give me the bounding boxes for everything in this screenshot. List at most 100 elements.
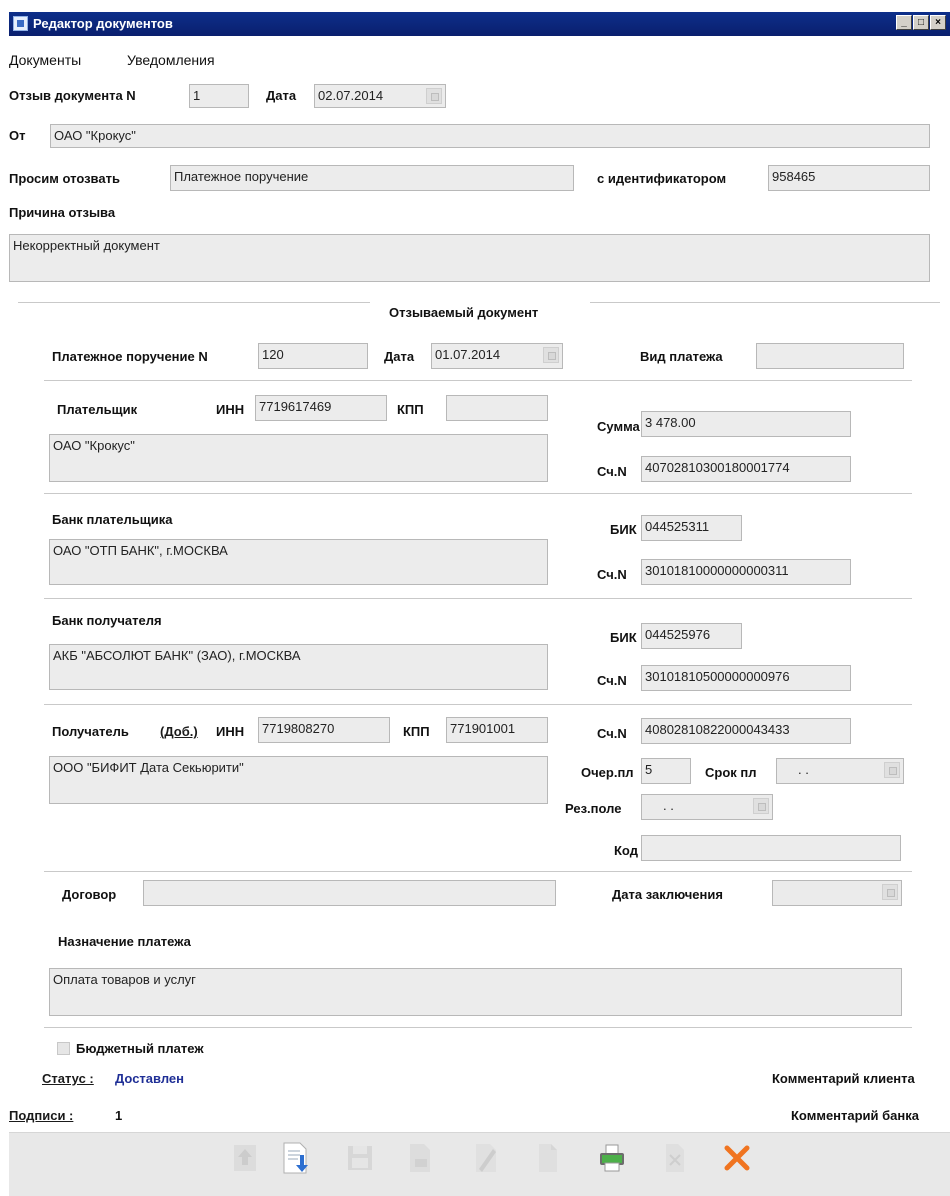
contract-date-label: Дата заключения xyxy=(612,887,723,902)
contract-field[interactable] xyxy=(143,880,556,906)
copy-icon[interactable] xyxy=(533,1141,563,1175)
term-label: Срок пл xyxy=(705,765,757,780)
payer-inn-field[interactable]: 7719617469 xyxy=(255,395,387,421)
bank-comment-label[interactable]: Комментарий банка xyxy=(791,1108,919,1123)
code-label: Код xyxy=(614,843,638,858)
payer-bank-account-field[interactable]: 30101810000000000311 xyxy=(641,559,851,585)
minimize-button[interactable]: _ xyxy=(896,15,912,30)
payer-account-label: Сч.N xyxy=(597,464,627,479)
order-date-value: 01.07.2014 xyxy=(435,347,501,362)
order-date-field[interactable]: 01.07.2014 xyxy=(431,343,563,369)
recipient-label: Получатель xyxy=(52,724,129,739)
identifier-field[interactable]: 958465 xyxy=(768,165,930,191)
recipient-bank-account-label: Сч.N xyxy=(597,673,627,688)
bottom-toolbar xyxy=(9,1132,950,1196)
request-field[interactable]: Платежное поручение xyxy=(170,165,574,191)
contract-label: Договор xyxy=(62,887,117,902)
recipient-inn-label: ИНН xyxy=(216,724,245,739)
reserve-label: Рез.поле xyxy=(565,801,622,816)
menu-notifications[interactable]: Уведомления xyxy=(127,52,215,68)
from-label: От xyxy=(9,128,26,143)
date-value: 02.07.2014 xyxy=(318,88,384,103)
delete-icon[interactable] xyxy=(660,1141,690,1175)
signatures-link[interactable]: Подписи : xyxy=(9,1108,73,1123)
calendar-icon[interactable] xyxy=(543,347,559,363)
payer-kpp-label: КПП xyxy=(397,402,424,417)
recipient-bank-account-field[interactable]: 30101810500000000976 xyxy=(641,665,851,691)
calendar-icon[interactable] xyxy=(882,884,898,900)
recipient-account-field[interactable]: 40802810822000043433 xyxy=(641,718,851,744)
recipient-account-label: Сч.N xyxy=(597,726,627,741)
payer-bik-label: БИК xyxy=(610,522,637,537)
edit-icon[interactable] xyxy=(471,1141,501,1175)
status-link[interactable]: Статус : xyxy=(42,1071,94,1086)
contract-date-field[interactable] xyxy=(772,880,902,906)
recipient-bank-label: Банк получателя xyxy=(52,613,162,628)
payer-bank-label: Банк плательщика xyxy=(52,512,173,527)
signatures-count: 1 xyxy=(115,1108,123,1123)
close-window-button[interactable]: × xyxy=(930,15,946,30)
client-comment-label[interactable]: Комментарий клиента xyxy=(772,1071,915,1086)
recipient-name-field[interactable]: ООО "БИФИТ Дата Секьюрити" xyxy=(49,756,548,804)
payer-label: Плательщик xyxy=(57,402,138,417)
payer-bank-account-label: Сч.N xyxy=(597,567,627,582)
close-icon[interactable] xyxy=(722,1141,752,1175)
calendar-icon[interactable] xyxy=(884,762,900,778)
print-icon[interactable] xyxy=(597,1141,627,1175)
app-icon xyxy=(13,16,28,31)
divider xyxy=(44,871,912,872)
status-value: Доставлен xyxy=(115,1071,185,1086)
menu-documents[interactable]: Документы xyxy=(9,52,81,68)
from-field[interactable]: ОАО "Крокус" xyxy=(50,124,930,148)
payment-kind-field[interactable] xyxy=(756,343,904,369)
sum-field[interactable]: 3 478.00 xyxy=(641,411,851,437)
section-title: Отзываемый документ xyxy=(389,305,539,320)
menu-bar: Документы Уведомления xyxy=(9,48,950,72)
order-no-field[interactable]: 120 xyxy=(258,343,368,369)
term-field[interactable]: . . xyxy=(776,758,904,784)
term-value: . . xyxy=(798,762,809,777)
add-recipient-link[interactable]: (Доб.) xyxy=(160,724,198,739)
divider-left xyxy=(18,302,370,303)
doc-no-field[interactable]: 1 xyxy=(189,84,249,108)
budget-label: Бюджетный платеж xyxy=(76,1041,204,1056)
queue-label: Очер.пл xyxy=(581,765,634,780)
order-date-label: Дата xyxy=(384,349,415,364)
divider xyxy=(44,1027,912,1028)
recipient-inn-field[interactable]: 7719808270 xyxy=(258,717,390,743)
export-icon[interactable] xyxy=(230,1141,260,1175)
payer-bank-name-field[interactable]: ОАО "ОТП БАНК", г.МОСКВА xyxy=(49,539,548,585)
document-editor-window: Редактор документов _ □ × Документы Увед… xyxy=(0,0,950,1196)
template-icon[interactable] xyxy=(405,1141,435,1175)
payer-account-field[interactable]: 40702810300180001774 xyxy=(641,456,851,482)
recipient-kpp-field[interactable]: 771901001 xyxy=(446,717,548,743)
purpose-field[interactable]: Оплата товаров и услуг xyxy=(49,968,902,1016)
reason-field[interactable]: Некорректный документ xyxy=(9,234,930,282)
reserve-field[interactable]: . . xyxy=(641,794,773,820)
queue-field[interactable]: 5 xyxy=(641,758,691,784)
calendar-icon[interactable] xyxy=(426,88,442,104)
reserve-value: . . xyxy=(663,798,674,813)
recipient-bik-label: БИК xyxy=(610,630,637,645)
recipient-kpp-label: КПП xyxy=(403,724,430,739)
calendar-icon[interactable] xyxy=(753,798,769,814)
import-icon[interactable] xyxy=(280,1141,310,1175)
divider-right xyxy=(590,302,940,303)
budget-checkbox[interactable] xyxy=(57,1042,70,1055)
maximize-button[interactable]: □ xyxy=(913,15,929,30)
title-bar: Редактор документов _ □ × xyxy=(9,12,950,36)
code-field[interactable] xyxy=(641,835,901,861)
purpose-label: Назначение платежа xyxy=(58,934,191,949)
window-title: Редактор документов xyxy=(33,16,173,31)
payer-bik-field[interactable]: 044525311 xyxy=(641,515,742,541)
divider xyxy=(44,704,912,705)
payer-name-field[interactable]: ОАО "Крокус" xyxy=(49,434,548,482)
order-no-label: Платежное поручение N xyxy=(52,349,208,364)
divider xyxy=(44,598,912,599)
date-field[interactable]: 02.07.2014 xyxy=(314,84,446,108)
payer-kpp-field[interactable] xyxy=(446,395,548,421)
recipient-bank-name-field[interactable]: АКБ "АБСОЛЮТ БАНК" (ЗАО), г.МОСКВА xyxy=(49,644,548,690)
save-icon[interactable] xyxy=(345,1141,375,1175)
payer-inn-label: ИНН xyxy=(216,402,245,417)
recipient-bik-field[interactable]: 044525976 xyxy=(641,623,742,649)
